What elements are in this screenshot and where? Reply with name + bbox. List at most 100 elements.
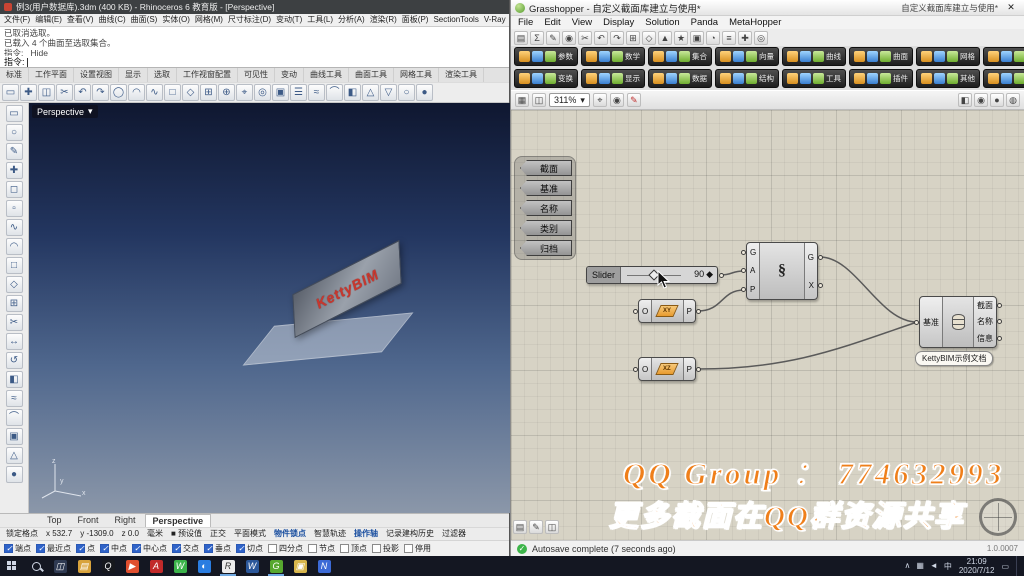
component-category-tab[interactable]: 其他 xyxy=(916,69,980,88)
toolbar-tab[interactable]: 曲面工具 xyxy=(349,68,394,82)
tray-icon[interactable]: ∧ xyxy=(905,561,911,572)
show-desktop-button[interactable] xyxy=(1016,556,1021,576)
osnap-checkbox[interactable] xyxy=(36,544,45,553)
component-icon[interactable] xyxy=(599,73,610,84)
slider-output-port[interactable] xyxy=(719,272,724,278)
taskbar-app-button[interactable]: A xyxy=(144,556,168,576)
toolbar-tab[interactable]: 选取 xyxy=(148,68,177,82)
port-dot[interactable] xyxy=(741,287,746,293)
port-dot[interactable] xyxy=(997,336,1002,342)
component-icon[interactable] xyxy=(934,73,945,84)
side-toolbar-button-icon[interactable]: ◇ xyxy=(5,276,23,293)
component-icon[interactable] xyxy=(1014,73,1024,84)
component-category-tab[interactable]: 网格 xyxy=(916,47,980,66)
component-icon[interactable] xyxy=(947,73,958,84)
component-icon[interactable] xyxy=(746,73,757,84)
output-port[interactable]: G xyxy=(808,253,823,262)
quick-toolbar-button-icon[interactable]: ▣ xyxy=(690,30,704,45)
rhino-menu-item[interactable]: 查看(V) xyxy=(67,14,94,26)
osnap-checkbox[interactable] xyxy=(76,544,85,553)
save-view-icon[interactable]: ◫ xyxy=(532,93,546,107)
component-category-tab[interactable]: 结构 xyxy=(715,69,779,88)
quick-toolbar-button-icon[interactable]: ⊞ xyxy=(626,30,640,45)
tray-icons[interactable]: ∧ ▦ ◄ 中 xyxy=(905,561,952,572)
toolbar-tab[interactable]: 变动 xyxy=(275,68,304,82)
toolbar-button-icon[interactable]: ◫ xyxy=(38,84,55,101)
section-component[interactable]: GAP § GX xyxy=(741,242,823,300)
component-icon[interactable] xyxy=(746,51,757,62)
side-toolbar-button-icon[interactable]: ▫ xyxy=(5,200,23,217)
view-tab[interactable]: Top xyxy=(40,514,69,527)
sketch-pen-icon[interactable]: ✎ xyxy=(626,93,641,107)
component-icon[interactable] xyxy=(666,73,677,84)
display-option-icon[interactable]: ◍ xyxy=(1006,93,1020,107)
zoom-control[interactable]: 311% ▾ xyxy=(549,93,590,107)
osnap-option[interactable]: 四分点 xyxy=(268,543,303,554)
output-port[interactable]: 截面 xyxy=(977,300,1002,311)
action-center-icon[interactable]: ▭ xyxy=(1001,562,1009,571)
toolbar-tab[interactable]: 设置视图 xyxy=(74,68,119,82)
status-toggle[interactable]: 锁定格点 xyxy=(6,528,38,540)
status-toggle[interactable]: z 0.0 xyxy=(122,528,139,540)
grasshopper-menu-item[interactable]: Display xyxy=(603,16,634,29)
status-toggle[interactable]: x 532.7 xyxy=(46,528,72,540)
panel-item[interactable]: 基准 xyxy=(520,180,572,196)
toolbar-button-icon[interactable]: ⊕ xyxy=(218,84,235,101)
taskbar-app-button[interactable]: ▶ xyxy=(120,556,144,576)
side-toolbar-button-icon[interactable]: □ xyxy=(5,257,23,274)
side-toolbar-button-icon[interactable]: ✎ xyxy=(5,143,23,160)
grasshopper-menu-item[interactable]: View xyxy=(572,16,592,29)
component-icon[interactable] xyxy=(854,51,865,62)
panel-group[interactable]: 截面 基准 名称 类别 归档 xyxy=(514,156,576,260)
side-toolbar-button-icon[interactable]: ● xyxy=(5,466,23,483)
osnap-option[interactable]: 中心点 xyxy=(132,543,167,554)
port-dot[interactable] xyxy=(818,282,823,288)
component-category-tab[interactable]: Text xyxy=(983,69,1024,88)
component-icon[interactable] xyxy=(720,73,731,84)
quick-toolbar-button-icon[interactable]: ◔ xyxy=(706,30,720,45)
plane-output-port[interactable]: P xyxy=(687,365,701,374)
origin-input-port[interactable]: O xyxy=(633,365,648,374)
port-dot[interactable] xyxy=(741,268,746,274)
toolbar-tab[interactable]: 标准 xyxy=(0,68,29,82)
osnap-checkbox[interactable] xyxy=(372,544,381,553)
side-toolbar-button-icon[interactable]: ◻ xyxy=(5,181,23,198)
status-toggle[interactable]: y -1309.0 xyxy=(80,528,113,540)
toolbar-tab[interactable]: 显示 xyxy=(119,68,148,82)
taskbar-app-button[interactable]: G xyxy=(264,556,288,576)
toolbar-tab[interactable]: 工作视窗配置 xyxy=(177,68,238,82)
origin-input-port[interactable]: O xyxy=(633,307,648,316)
osnap-checkbox[interactable] xyxy=(204,544,213,553)
component-icon[interactable] xyxy=(545,51,556,62)
component-category-tab[interactable]: 曲线 xyxy=(782,47,846,66)
quick-toolbar-button-icon[interactable]: ✚ xyxy=(738,30,752,45)
input-port[interactable]: G xyxy=(741,248,756,257)
status-toggle[interactable]: 过滤器 xyxy=(442,528,466,540)
side-toolbar-button-icon[interactable]: ↔ xyxy=(5,333,23,350)
component-category-tab[interactable]: 曲面 xyxy=(849,47,913,66)
quick-toolbar-button-icon[interactable]: ◉ xyxy=(562,30,576,45)
side-toolbar-button-icon[interactable]: ✂ xyxy=(5,314,23,331)
component-icon[interactable] xyxy=(988,51,999,62)
component-category-tab[interactable]: 数学 xyxy=(581,47,645,66)
osnap-option[interactable]: 顶点 xyxy=(340,543,367,554)
taskbar-app-button[interactable]: ▣ xyxy=(288,556,312,576)
status-toggle[interactable]: 平面模式 xyxy=(234,528,266,540)
rhino-menu-item[interactable]: 曲线(C) xyxy=(99,14,126,26)
output-port[interactable]: 名称 xyxy=(977,316,1002,327)
side-toolbar-button-icon[interactable]: △ xyxy=(5,447,23,464)
xz-plane-component[interactable]: O XZ P xyxy=(633,357,701,381)
component-category-tab[interactable]: 工具 xyxy=(782,69,846,88)
component-icon[interactable] xyxy=(934,51,945,62)
component-icon[interactable] xyxy=(653,73,664,84)
rhino-menu-item[interactable]: 文件(F) xyxy=(4,14,30,26)
toolbar-button-icon[interactable]: ⌖ xyxy=(236,84,253,101)
port-dot[interactable] xyxy=(696,366,701,372)
osnap-option[interactable]: 中点 xyxy=(100,543,127,554)
side-toolbar-button-icon[interactable]: ⌒ xyxy=(5,409,23,426)
toolbar-tab[interactable]: 曲线工具 xyxy=(304,68,349,82)
taskbar-app-button[interactable]: W xyxy=(168,556,192,576)
panel-item[interactable]: 归档 xyxy=(520,240,572,256)
display-option-icon[interactable]: ◉ xyxy=(974,93,988,107)
grasshopper-canvas[interactable]: 截面 基准 名称 类别 归档 Slider 90 ◆ O XY P O XZ P… xyxy=(511,110,1024,540)
